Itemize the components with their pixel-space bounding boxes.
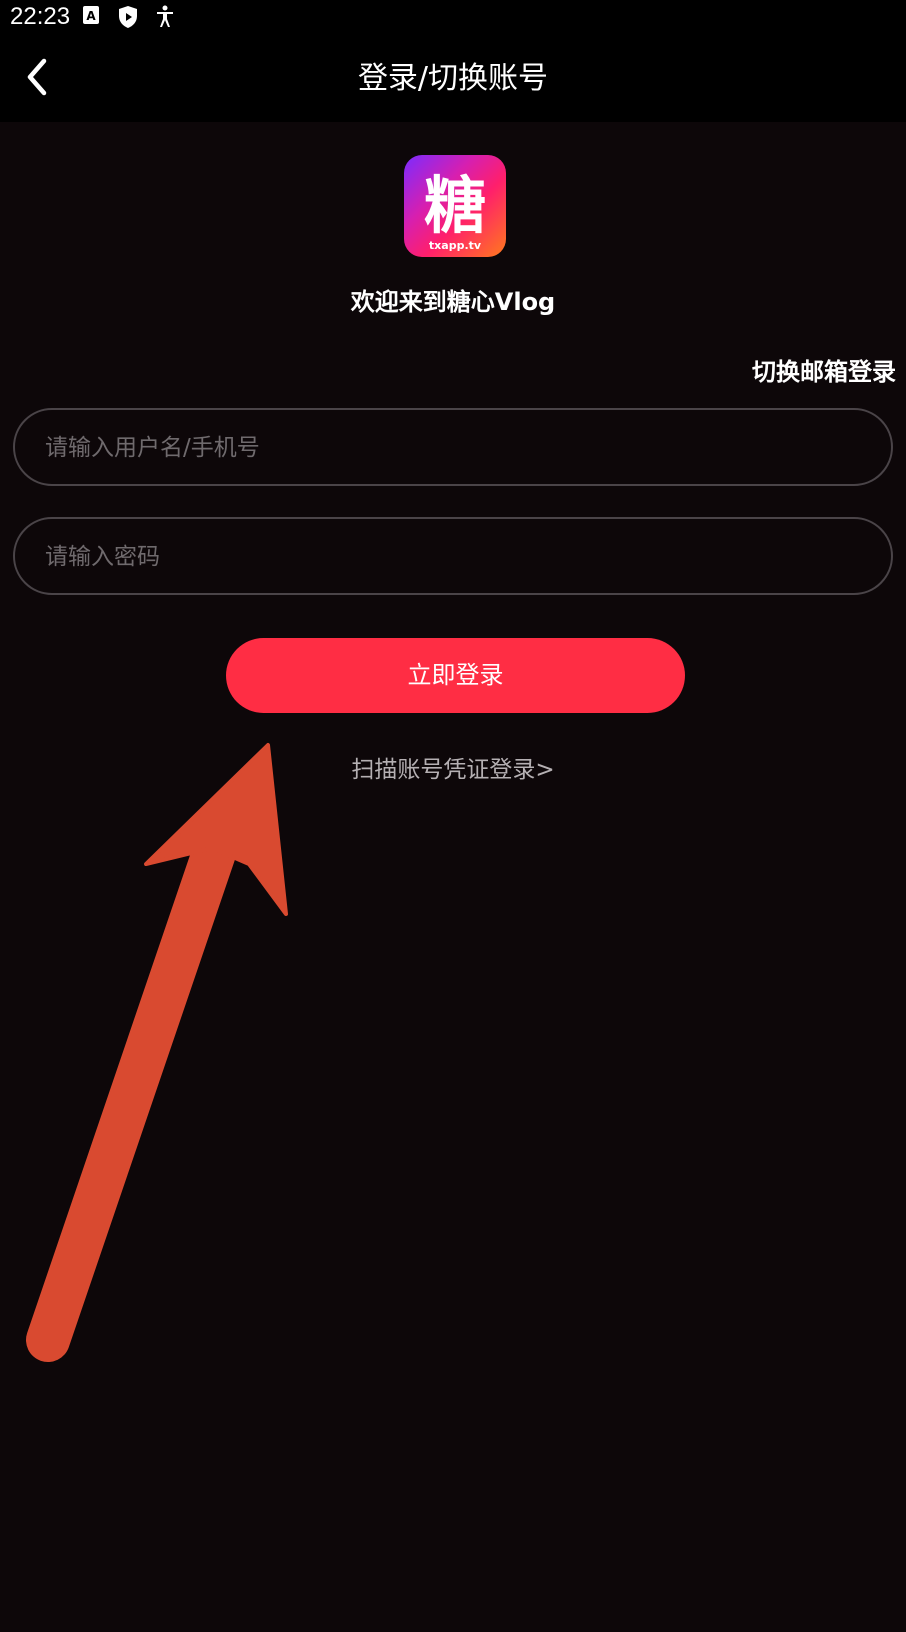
welcome-text: 欢迎来到糖心Vlog xyxy=(350,288,556,316)
chevron-left-icon xyxy=(27,58,47,96)
accessibility-icon xyxy=(154,5,176,29)
page-title: 登录/切换账号 xyxy=(357,61,549,96)
back-button[interactable] xyxy=(14,52,64,102)
font-a-icon: A xyxy=(82,5,104,29)
username-field xyxy=(13,408,893,486)
app-header: 登录/切换账号 xyxy=(0,36,906,122)
login-screen: 22:23 A 登录/切换账号 糖 txapp.tv 欢迎来到糖心Vlog 切换… xyxy=(0,0,906,1632)
status-time: 22:23 xyxy=(10,3,71,30)
scan-credential-login-link[interactable]: 扫描账号凭证登录> xyxy=(0,750,906,784)
switch-email-login-link[interactable]: 切换邮箱登录 xyxy=(752,352,896,387)
svg-text:A: A xyxy=(86,9,96,23)
login-button[interactable]: 立即登录 xyxy=(226,638,685,713)
app-logo: 糖 txapp.tv xyxy=(404,155,506,257)
password-input[interactable] xyxy=(43,519,867,595)
password-field xyxy=(13,517,893,595)
status-bar: 22:23 A xyxy=(0,0,906,36)
username-input[interactable] xyxy=(43,410,867,486)
shield-play-icon xyxy=(117,5,139,29)
logo-glyph: 糖 xyxy=(424,169,486,242)
logo-caption: txapp.tv xyxy=(429,239,482,252)
